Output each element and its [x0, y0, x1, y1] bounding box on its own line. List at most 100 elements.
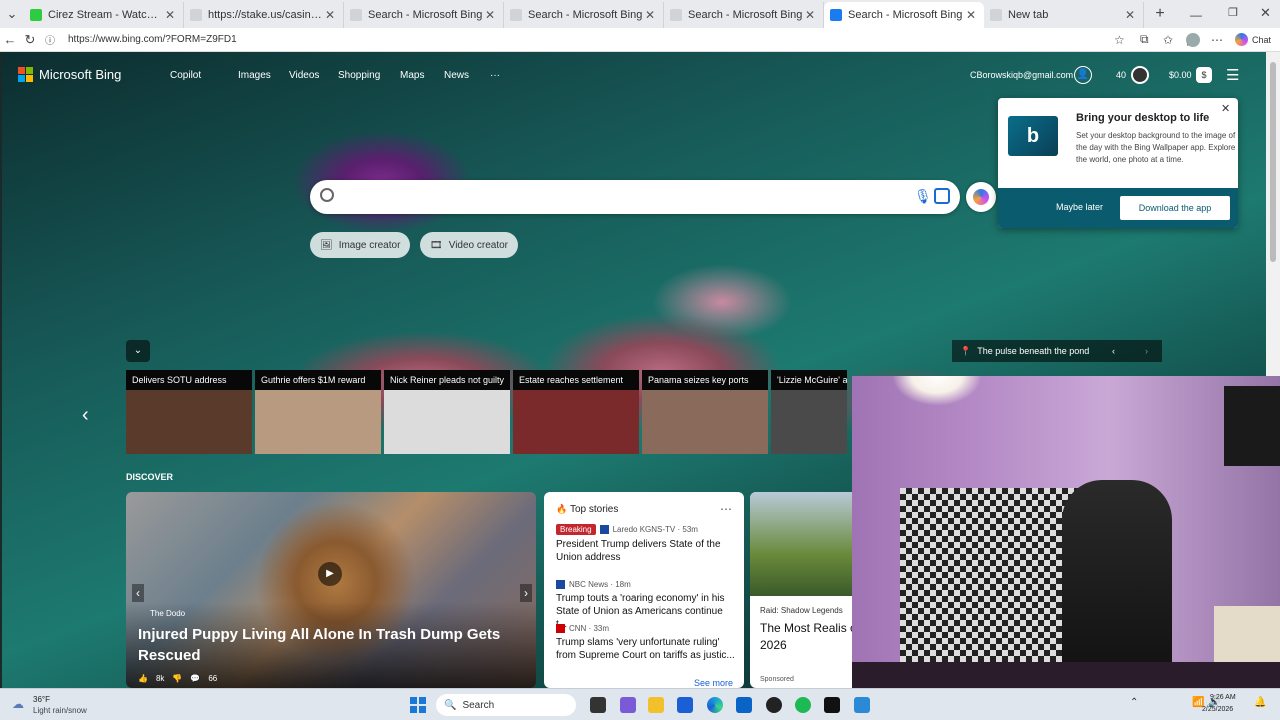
- bing-logo[interactable]: Microsoft Bing: [18, 67, 121, 82]
- story-item[interactable]: Breaking Laredo KGNS-TV · 53m President Tr…: [556, 524, 736, 564]
- nav-2[interactable]: Videos: [289, 70, 319, 81]
- comment-icon[interactable]: 💬: [190, 674, 200, 683]
- tab-4[interactable]: Search - Microsoft Bing ✕: [664, 2, 824, 28]
- clock-time-visible[interactable]: 9:26 AM: [1210, 694, 1236, 701]
- video-creator-button[interactable]: 🎞 Video creator: [420, 232, 518, 258]
- close-window-button[interactable]: ✕: [1260, 5, 1271, 21]
- notification-icon[interactable]: 🔔: [1254, 697, 1266, 708]
- taskbar-search[interactable]: 🔍 Search: [436, 694, 576, 716]
- headline-card[interactable]: Guthrie offers $1M reward: [255, 370, 381, 454]
- headline-card[interactable]: Panama seizes key ports: [642, 370, 768, 454]
- microphone-icon[interactable]: 🎙: [914, 188, 932, 205]
- close-popup-icon[interactable]: ✕: [1221, 102, 1230, 115]
- visual-search-icon[interactable]: [934, 188, 950, 204]
- tab-close-icon[interactable]: ✕: [643, 8, 657, 22]
- favorite-star-icon[interactable]: ☆: [1114, 33, 1125, 47]
- balance[interactable]: $0.00: [1169, 70, 1192, 80]
- nav-0[interactable]: Copilot: [170, 70, 201, 81]
- tab-close-icon[interactable]: ✕: [483, 8, 497, 22]
- site-info-icon[interactable]: ⓘ: [40, 32, 60, 47]
- top-stories-more-icon[interactable]: ⋯: [720, 502, 732, 516]
- play-icon[interactable]: ▶: [318, 562, 342, 586]
- tab-2[interactable]: Search - Microsoft Bing ✕: [344, 2, 504, 28]
- weather-desc[interactable]: Light rain/snow: [33, 706, 87, 715]
- file-explorer-icon[interactable]: [648, 697, 664, 713]
- promo-card[interactable]: Raid: Shadow Legends The Most Realis of …: [750, 492, 856, 688]
- favorites-icon[interactable]: ✩: [1163, 33, 1173, 47]
- clock-date[interactable]: 2/25/2026: [1202, 706, 1233, 713]
- headline-card[interactable]: Estate reaches settlement: [513, 370, 639, 454]
- wallpaper-popup: b Bring your desktop to life Set your de…: [998, 98, 1238, 228]
- headlines-prev-icon[interactable]: ‹: [82, 404, 89, 427]
- tab-favicon-icon: [670, 9, 682, 21]
- tab-0[interactable]: Cirez Stream - Watch Live on✕: [24, 2, 184, 28]
- nav-5[interactable]: News: [444, 70, 469, 81]
- headline-card[interactable]: 'Lizzie McGuire' act: [771, 370, 847, 454]
- download-app-button[interactable]: Download the app: [1120, 196, 1230, 220]
- rewards-points[interactable]: 40: [1116, 70, 1126, 80]
- tab-close-icon[interactable]: ✕: [1123, 8, 1137, 22]
- outlook-icon[interactable]: [736, 697, 752, 713]
- weather-icon[interactable]: ☁: [12, 697, 24, 711]
- edge-icon[interactable]: [707, 697, 723, 713]
- prev-image-icon[interactable]: ‹: [1112, 346, 1115, 356]
- back-icon[interactable]: ←: [0, 32, 20, 47]
- extensions-icon[interactable]: ⧉: [1140, 32, 1149, 47]
- weather-temp[interactable]: 36°F: [33, 695, 50, 704]
- search-box[interactable]: 🎙: [310, 180, 960, 214]
- tab-close-icon[interactable]: ✕: [964, 8, 978, 22]
- next-image-icon[interactable]: ›: [1121, 346, 1162, 356]
- tab-close-icon[interactable]: ✕: [803, 8, 817, 22]
- hero-card[interactable]: ▶ ‹ › The Dodo Injured Puppy Living All …: [126, 492, 536, 688]
- account-avatar-icon[interactable]: 👤: [1074, 66, 1092, 84]
- maximize-button[interactable]: ❐: [1228, 6, 1238, 19]
- new-tab-button[interactable]: +: [1150, 5, 1170, 23]
- collapse-chevron-icon[interactable]: ⌄: [126, 340, 150, 362]
- tab-title: New tab: [1008, 9, 1049, 21]
- hamburger-menu-icon[interactable]: ☰: [1226, 66, 1239, 84]
- rewards-icon[interactable]: [1131, 66, 1149, 84]
- tab-3[interactable]: Search - Microsoft Bing ✕: [504, 2, 664, 28]
- image-location[interactable]: 📍 The pulse beneath the pond ‹ ›: [952, 340, 1162, 362]
- nav-1[interactable]: Images: [238, 70, 271, 81]
- tray-chevron-icon[interactable]: ⌃: [1130, 697, 1138, 708]
- spotify-icon[interactable]: [795, 697, 811, 713]
- start-button[interactable]: [410, 697, 426, 713]
- copilot-icon[interactable]: [1235, 33, 1248, 46]
- dislike-icon[interactable]: 👎: [172, 674, 182, 683]
- app-icon[interactable]: [766, 697, 782, 713]
- photos-icon[interactable]: [854, 697, 870, 713]
- hero-title[interactable]: Injured Puppy Living All Alone In Trash …: [138, 624, 528, 666]
- refresh-icon[interactable]: ↻: [20, 32, 40, 48]
- see-more-link[interactable]: See more: [694, 678, 733, 688]
- chat-label[interactable]: Chat: [1252, 35, 1271, 45]
- capcut-icon[interactable]: [824, 697, 840, 713]
- tab-list-chevron-icon[interactable]: ⌄: [0, 6, 24, 22]
- nav-6[interactable]: ···: [490, 70, 500, 81]
- headline-card[interactable]: Nick Reiner pleads not guilty: [384, 370, 510, 454]
- nav-3[interactable]: Shopping: [338, 70, 380, 81]
- hero-prev-icon[interactable]: ‹: [132, 584, 144, 602]
- story-item[interactable]: CNN · 33m Trump slams 'very unfortunate r…: [556, 624, 736, 662]
- tab-5[interactable]: Search - Microsoft Bing ✕: [824, 2, 984, 28]
- store-icon[interactable]: [677, 697, 693, 713]
- nav-4[interactable]: Maps: [400, 70, 424, 81]
- account-email[interactable]: CBorowskiqb@gmail.com: [970, 70, 1073, 80]
- headline-card[interactable]: Delivers SOTU address: [126, 370, 252, 454]
- copilot-search-icon[interactable]: [966, 182, 996, 212]
- profile-avatar[interactable]: [1186, 33, 1200, 47]
- tab-6[interactable]: New tab ✕: [984, 2, 1144, 28]
- image-creator-button[interactable]: 🖼 Image creator: [310, 232, 411, 258]
- tab-close-icon[interactable]: ✕: [163, 8, 177, 22]
- wallet-icon[interactable]: $: [1196, 67, 1212, 83]
- url-field[interactable]: https://www.bing.com/?FORM=Z9FD1: [68, 34, 237, 45]
- hero-next-icon[interactable]: ›: [520, 584, 532, 602]
- tab-1[interactable]: https://stake.us/casino/games/ev✕: [184, 2, 344, 28]
- minimize-button[interactable]: —: [1190, 8, 1202, 22]
- tab-close-icon[interactable]: ✕: [323, 8, 337, 22]
- widgets-icon[interactable]: [620, 697, 636, 713]
- maybe-later-button[interactable]: Maybe later: [1056, 202, 1103, 212]
- task-view-icon[interactable]: [590, 697, 606, 713]
- more-menu-icon[interactable]: ⋯: [1211, 33, 1223, 47]
- like-icon[interactable]: 👍: [138, 674, 148, 683]
